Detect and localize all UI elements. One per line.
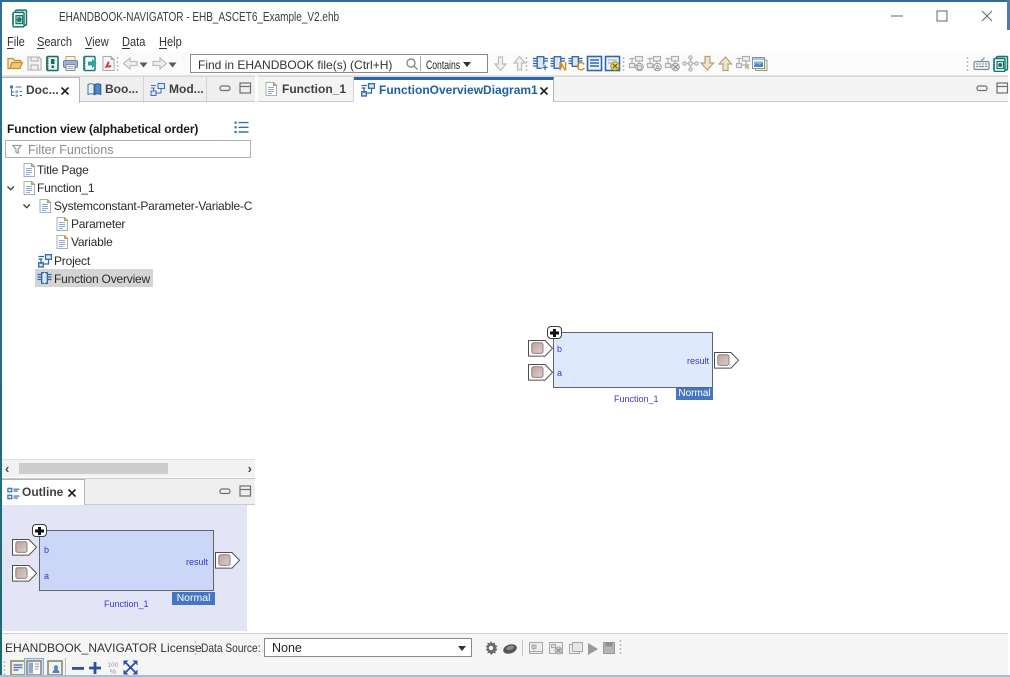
- svg-text:D: D: [637, 63, 643, 72]
- svg-text:A: A: [655, 63, 660, 72]
- svg-text:N: N: [559, 60, 568, 73]
- svg-text:100: 100: [108, 662, 119, 669]
- svg-text:C: C: [577, 60, 586, 73]
